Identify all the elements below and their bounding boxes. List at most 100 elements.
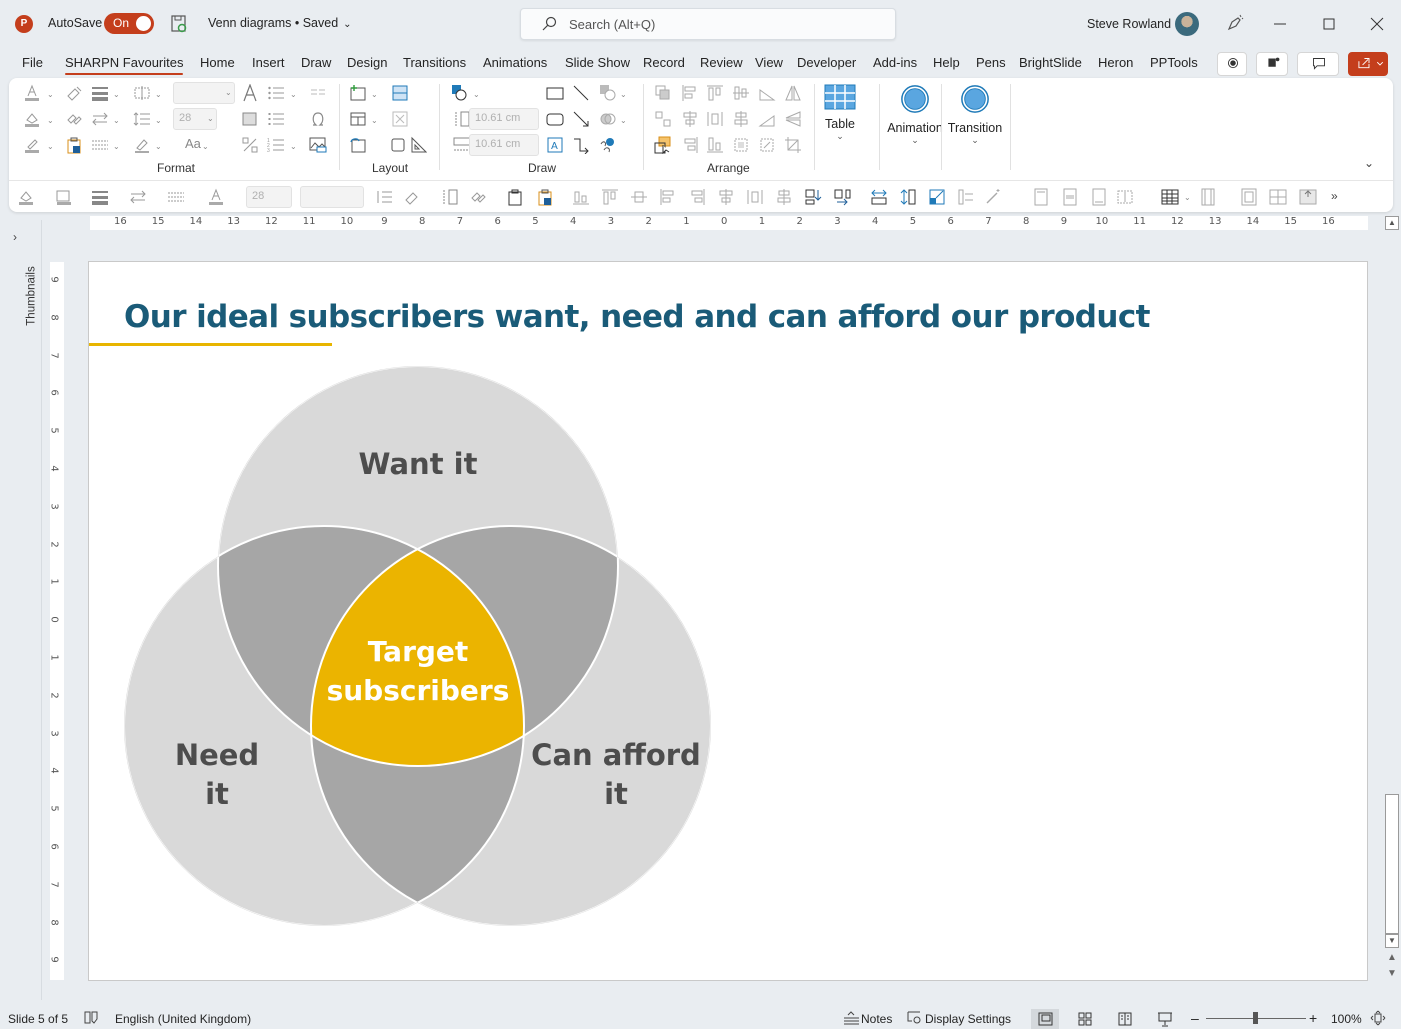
crop-icon[interactable] <box>784 136 802 154</box>
square-shape-icon[interactable] <box>241 110 259 128</box>
rotate-right-icon[interactable] <box>758 110 776 128</box>
text-middle-icon[interactable] <box>1061 188 1079 206</box>
transition-button[interactable]: Transition ⌄ <box>944 84 1006 146</box>
notes-icon[interactable] <box>843 1010 860 1029</box>
line-icon[interactable] <box>572 84 590 102</box>
match-size-icon[interactable] <box>928 188 946 206</box>
chevron-down-icon[interactable]: ⌄ <box>473 90 480 99</box>
list-icon[interactable] <box>267 110 285 128</box>
paste-icon[interactable] <box>506 188 524 206</box>
chevron-down-icon[interactable]: ⌄ <box>290 90 297 99</box>
tab-transitions[interactable]: Transitions <box>403 55 466 70</box>
maximize-button[interactable] <box>1317 12 1341 36</box>
reading-view-button[interactable] <box>1111 1009 1139 1029</box>
tab-add-ins[interactable]: Add-ins <box>873 55 917 70</box>
distribute-icon[interactable] <box>746 188 764 206</box>
arrow-line-icon[interactable] <box>572 110 590 128</box>
align-left-icon[interactable] <box>681 84 699 102</box>
normal-view-button[interactable] <box>1031 1009 1059 1029</box>
search-box[interactable]: Search (Alt+Q) <box>520 8 896 40</box>
font-grow-icon[interactable] <box>241 83 259 102</box>
chevron-down-icon[interactable]: ⌄ <box>620 116 627 125</box>
more-options-icon[interactable]: » <box>1331 189 1338 203</box>
shape-fill-icon[interactable] <box>23 110 41 128</box>
chevron-down-icon[interactable]: ⌄ <box>113 116 120 125</box>
tab-home[interactable]: Home <box>200 55 235 70</box>
collapse-ribbon-chevron-icon[interactable]: ⌄ <box>1364 156 1374 170</box>
shape-style-icon[interactable] <box>599 84 617 102</box>
format-painter-icon[interactable] <box>65 84 83 102</box>
stack-down-icon[interactable] <box>804 188 822 206</box>
text-box-icon[interactable]: A <box>546 136 564 154</box>
user-name[interactable]: Steve Rowland <box>1087 17 1171 31</box>
section-header-layout-icon[interactable] <box>391 84 409 102</box>
minimize-button[interactable] <box>1268 12 1292 36</box>
paste-picture-icon[interactable] <box>65 136 83 154</box>
shape-outline-icon[interactable] <box>23 136 41 154</box>
chevron-down-icon[interactable]: ⌄ <box>225 88 232 97</box>
language-indicator[interactable]: English (United Kingdom) <box>115 1012 251 1026</box>
notes-button[interactable]: Notes <box>861 1012 892 1026</box>
tab-sharpn-favourites[interactable]: SHARPN Favourites <box>65 55 184 75</box>
align-right-icon[interactable] <box>681 136 699 154</box>
dash-type-icon[interactable] <box>91 136 109 154</box>
document-title[interactable]: Venn diagrams • Saved ⌄ <box>208 16 352 30</box>
chevron-down-icon[interactable]: ⌄ <box>207 114 214 123</box>
display-settings-button[interactable]: Display Settings <box>925 1012 1011 1026</box>
tab-file[interactable]: File <box>22 55 43 70</box>
slide-layout-icon[interactable] <box>349 110 367 128</box>
tab-developer[interactable]: Developer <box>797 55 856 70</box>
table-borders-icon[interactable] <box>1199 188 1217 206</box>
save-icon[interactable] <box>171 15 187 33</box>
chevron-down-icon[interactable]: ⌄ <box>1184 193 1191 202</box>
swap-icon[interactable] <box>957 188 975 206</box>
chevron-down-icon[interactable]: ⌄ <box>47 142 54 151</box>
triangle-ruler-icon[interactable] <box>409 136 428 154</box>
shape-width-field[interactable]: 10.61 cm <box>469 134 539 156</box>
font-color-icon[interactable] <box>23 84 41 102</box>
tab-animations[interactable]: Animations <box>483 55 547 70</box>
chevron-down-icon[interactable]: ⌄ <box>155 142 162 151</box>
align-right-icon[interactable] <box>688 188 706 206</box>
align-center-vertical-icon[interactable] <box>732 110 750 128</box>
dash-type-icon[interactable] <box>167 188 185 206</box>
record-button[interactable] <box>1217 52 1247 76</box>
scrollbar-thumb[interactable] <box>1385 794 1399 934</box>
tab-slide-show[interactable]: Slide Show <box>565 55 630 70</box>
accessibility-icon[interactable] <box>83 1010 99 1029</box>
table-button[interactable]: Table ⌄ <box>821 84 859 142</box>
tab-view[interactable]: View <box>755 55 783 70</box>
change-case-button[interactable]: Aa <box>185 136 201 151</box>
scroll-down-button[interactable]: ▼ <box>1385 934 1399 948</box>
venn-diagram[interactable]: Want it Need it Can afford it Target subscribe… <box>89 262 1369 982</box>
align-top-icon[interactable] <box>706 84 724 102</box>
tab-draw[interactable]: Draw <box>301 55 331 70</box>
chevron-down-icon[interactable]: ⌄ <box>47 90 54 99</box>
font-color-icon[interactable] <box>207 188 225 206</box>
text-bottom-icon[interactable] <box>1090 188 1108 206</box>
shape-outline-icon[interactable] <box>55 188 73 206</box>
stack-right-icon[interactable] <box>833 188 851 206</box>
avatar[interactable] <box>1175 12 1199 36</box>
align-bottom-icon[interactable] <box>706 136 724 154</box>
magic-wand-icon[interactable] <box>984 188 1002 206</box>
align-top-icon[interactable] <box>601 188 619 206</box>
align-left-icon[interactable] <box>659 188 677 206</box>
chevron-down-icon[interactable]: ⌄ <box>155 90 162 99</box>
animation-button[interactable]: Animation ⌄ <box>875 84 955 146</box>
tab-heron[interactable]: Heron <box>1098 55 1133 70</box>
rounded-rectangle-icon[interactable] <box>546 110 564 128</box>
selection-pane-icon[interactable] <box>654 136 672 155</box>
pick-up-style-icon[interactable] <box>469 188 487 206</box>
numbering-icon[interactable]: 123 <box>267 136 285 154</box>
align-middle-icon[interactable] <box>630 188 648 206</box>
chevron-down-icon[interactable]: ⌄ <box>155 116 162 125</box>
zoom-slider-thumb[interactable] <box>1253 1012 1258 1024</box>
share-button[interactable] <box>1348 52 1388 76</box>
line-spacing-icon[interactable] <box>133 110 151 128</box>
chevron-down-icon[interactable]: ⌄ <box>371 116 378 125</box>
tab-help[interactable]: Help <box>933 55 960 70</box>
vertical-scrollbar[interactable]: ▲ ▼ ▲ ▼ <box>1384 216 1400 986</box>
ungroup-icon[interactable] <box>654 110 672 128</box>
slide-canvas[interactable]: Our ideal subscribers want, need and can… <box>88 261 1368 981</box>
